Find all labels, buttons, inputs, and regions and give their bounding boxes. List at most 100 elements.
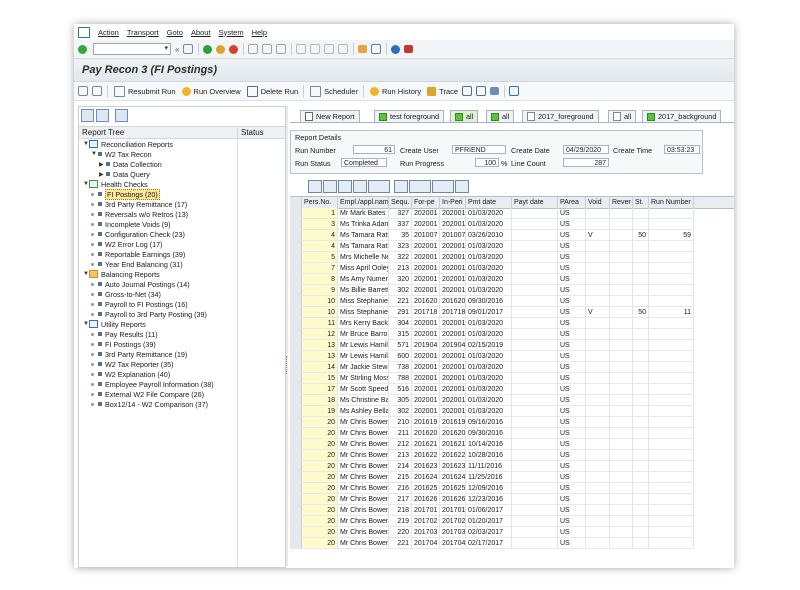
tree-node[interactable]: W2 Error Log (17) — [91, 239, 163, 249]
table-row[interactable]: 20 Mr Chris Bowen 211 201620 201620 09/30/201… — [290, 428, 734, 439]
find-icon[interactable] — [353, 180, 367, 193]
sort-descending-icon[interactable] — [338, 180, 352, 193]
tab-report[interactable]: New Report — [300, 110, 360, 122]
row-selector[interactable] — [290, 307, 302, 318]
row-selector[interactable] — [290, 263, 302, 274]
column-header[interactable]: Rever — [610, 197, 633, 208]
run-number-field[interactable]: 61 — [353, 145, 395, 154]
table-row[interactable]: 4Ms Tamara Rattray32320200120200101/03/2… — [290, 241, 734, 252]
row-selector[interactable] — [290, 428, 302, 439]
table-row[interactable]: 17 Mr Scott Speed 516 202001 202001 01/03/202… — [290, 384, 734, 395]
tab-report[interactable]: all — [608, 110, 637, 122]
table-row[interactable]: 11Mrs Kerry Backsen30420200120200101/03/… — [290, 318, 734, 329]
table-row[interactable]: 4Ms Tamara Rattray3520100720100703/26/20… — [290, 230, 734, 241]
menu-action[interactable]: Action — [98, 28, 119, 37]
create-time-field[interactable]: 03:53:23 — [664, 145, 700, 154]
row-selector[interactable] — [290, 329, 302, 340]
row-selector[interactable] — [290, 395, 302, 406]
run-progress-field[interactable]: 100 — [475, 158, 499, 167]
row-selector[interactable] — [290, 439, 302, 450]
report-tree-column-header[interactable]: Report Tree — [82, 128, 124, 137]
shortcut-icon[interactable] — [371, 44, 382, 54]
create-date-field[interactable]: 04/29/2020 — [563, 145, 609, 154]
tree-node[interactable]: W2 Explanation (40) — [91, 369, 170, 379]
select-all-icon[interactable] — [290, 197, 302, 208]
tree-node[interactable]: ▼ Balancing Reports — [83, 269, 160, 279]
tree-node[interactable]: Incomplete Voids (9) — [91, 219, 171, 229]
tree-node[interactable]: Reversals w/o Retros (13) — [91, 209, 188, 219]
resubmit-run-button[interactable]: Resubmit Run — [114, 85, 176, 97]
tree-settings-icon[interactable] — [115, 109, 128, 122]
details-icon[interactable] — [308, 180, 322, 193]
table-row[interactable]: 7 Miss April Ooley 213 202001 202001 01/03/20… — [290, 263, 734, 274]
row-selector[interactable] — [290, 406, 302, 417]
column-header[interactable]: Pmt date — [466, 197, 512, 208]
expand-all-icon[interactable] — [81, 109, 94, 122]
table-row[interactable]: 20 Mr Chris Bowen 213 201622 201622 10/28/201… — [290, 450, 734, 461]
tree-node[interactable]: Year End Balancing (31) — [91, 259, 183, 269]
info-icon[interactable] — [509, 86, 520, 96]
table-row[interactable]: 20 Mr Chris Bowen 212 201621 201621 10/14/201… — [290, 439, 734, 450]
row-selector[interactable] — [290, 208, 302, 219]
menu-about[interactable]: About — [191, 28, 211, 37]
table-row[interactable]: 8Ms Amy Numema_32020200120200101/03/2020… — [290, 274, 734, 285]
tree-node[interactable]: Payroll to FI Postings (16) — [91, 299, 188, 309]
column-header[interactable]: Sequ. — [389, 197, 412, 208]
tree-node[interactable]: ▼ Utility Reports — [83, 319, 146, 329]
row-selector[interactable] — [290, 241, 302, 252]
panel-splitter[interactable] — [286, 106, 288, 566]
table-row[interactable]: 5Mrs Michelle New_32220200120200101/03/2… — [290, 252, 734, 263]
row-selector[interactable] — [290, 351, 302, 362]
column-header[interactable]: In-Peri — [440, 197, 466, 208]
splitter-grip[interactable] — [286, 356, 289, 374]
collapse-all-icon[interactable] — [96, 109, 109, 122]
settings-icon[interactable] — [490, 87, 500, 95]
table-row[interactable]: 20 Mr Chris Bowen 210 201619 201619 09/16/201… — [290, 417, 734, 428]
table-row[interactable]: 14Mr Jackie Stewart73820200120200101/03/… — [290, 362, 734, 373]
row-selector[interactable] — [290, 516, 302, 527]
status-column-header[interactable]: Status — [237, 128, 264, 138]
column-header[interactable]: Pers.No. — [302, 197, 338, 208]
find-next-icon[interactable] — [276, 44, 287, 54]
view-icon[interactable] — [409, 180, 431, 193]
row-selector[interactable] — [290, 318, 302, 329]
table-row[interactable]: 20 Mr Chris Bowen 216 201625 201625 12/09/201… — [290, 483, 734, 494]
table-row[interactable]: 20 Mr Chris Bowen 218 201701 201701 01/06/201… — [290, 505, 734, 516]
collapse-toggle-icon[interactable]: ▶ — [99, 161, 105, 168]
run-history-button[interactable]: Run History — [369, 86, 421, 96]
table-row[interactable]: 1 Mr Mark Bates 327 202001 202001 01/03/2020 U… — [290, 208, 734, 219]
command-field[interactable]: ▾ — [93, 43, 171, 55]
tab-report[interactable]: all — [450, 110, 479, 122]
save-icon[interactable] — [183, 44, 194, 54]
column-header[interactable]: Payt date — [512, 197, 558, 208]
tab-report[interactable]: all — [486, 110, 515, 122]
back-icon[interactable] — [203, 44, 213, 54]
table-row[interactable]: 12 Mr Bruce Barron 315 202001 202001 01/03/20… — [290, 329, 734, 340]
run-overview-button[interactable]: Run Overview — [181, 86, 241, 96]
exit-icon[interactable] — [216, 44, 226, 54]
tree-node[interactable]: External W2 File Compare (26) — [91, 389, 204, 399]
column-header[interactable]: St. — [633, 197, 649, 208]
first-page-icon[interactable] — [296, 44, 307, 54]
tab-report[interactable]: 2017_foreground — [522, 110, 599, 122]
menu-goto[interactable]: Goto — [167, 28, 183, 37]
table-row[interactable]: 20 Mr Chris Bowen 219 201702 201702 01/20/201… — [290, 516, 734, 527]
row-selector[interactable] — [290, 505, 302, 516]
tree-node[interactable]: Auto Journal Postings (14) — [91, 279, 190, 289]
tree-node[interactable]: Pay Results (11) — [91, 329, 158, 339]
table-row[interactable]: 10Miss Stephanie A_29120171820171809/01/… — [290, 307, 734, 318]
enter-check-icon[interactable] — [78, 44, 87, 54]
prev-page-icon[interactable] — [310, 44, 321, 54]
line-count-field[interactable]: 287 — [563, 158, 609, 167]
table-row[interactable]: 19Ms Ashley Bellard30220200120200101/03/… — [290, 406, 734, 417]
menu-help[interactable]: Help — [252, 28, 267, 37]
tree-node[interactable]: ▼ Health Checks — [83, 179, 148, 189]
create-user-field[interactable]: PFRIEND — [452, 145, 506, 154]
refresh-icon[interactable] — [78, 86, 88, 96]
column-header[interactable]: Empl./appl.name — [338, 197, 389, 208]
table-row[interactable]: 15 Mr Stirling Moss 788 202001 202001 01/03/2… — [290, 373, 734, 384]
table-row[interactable]: 10Miss Stephanie A_22120162020162009/30/… — [290, 296, 734, 307]
delete-run-button[interactable]: Delete Run — [246, 85, 298, 97]
download-icon[interactable] — [476, 86, 487, 96]
row-selector[interactable] — [290, 450, 302, 461]
